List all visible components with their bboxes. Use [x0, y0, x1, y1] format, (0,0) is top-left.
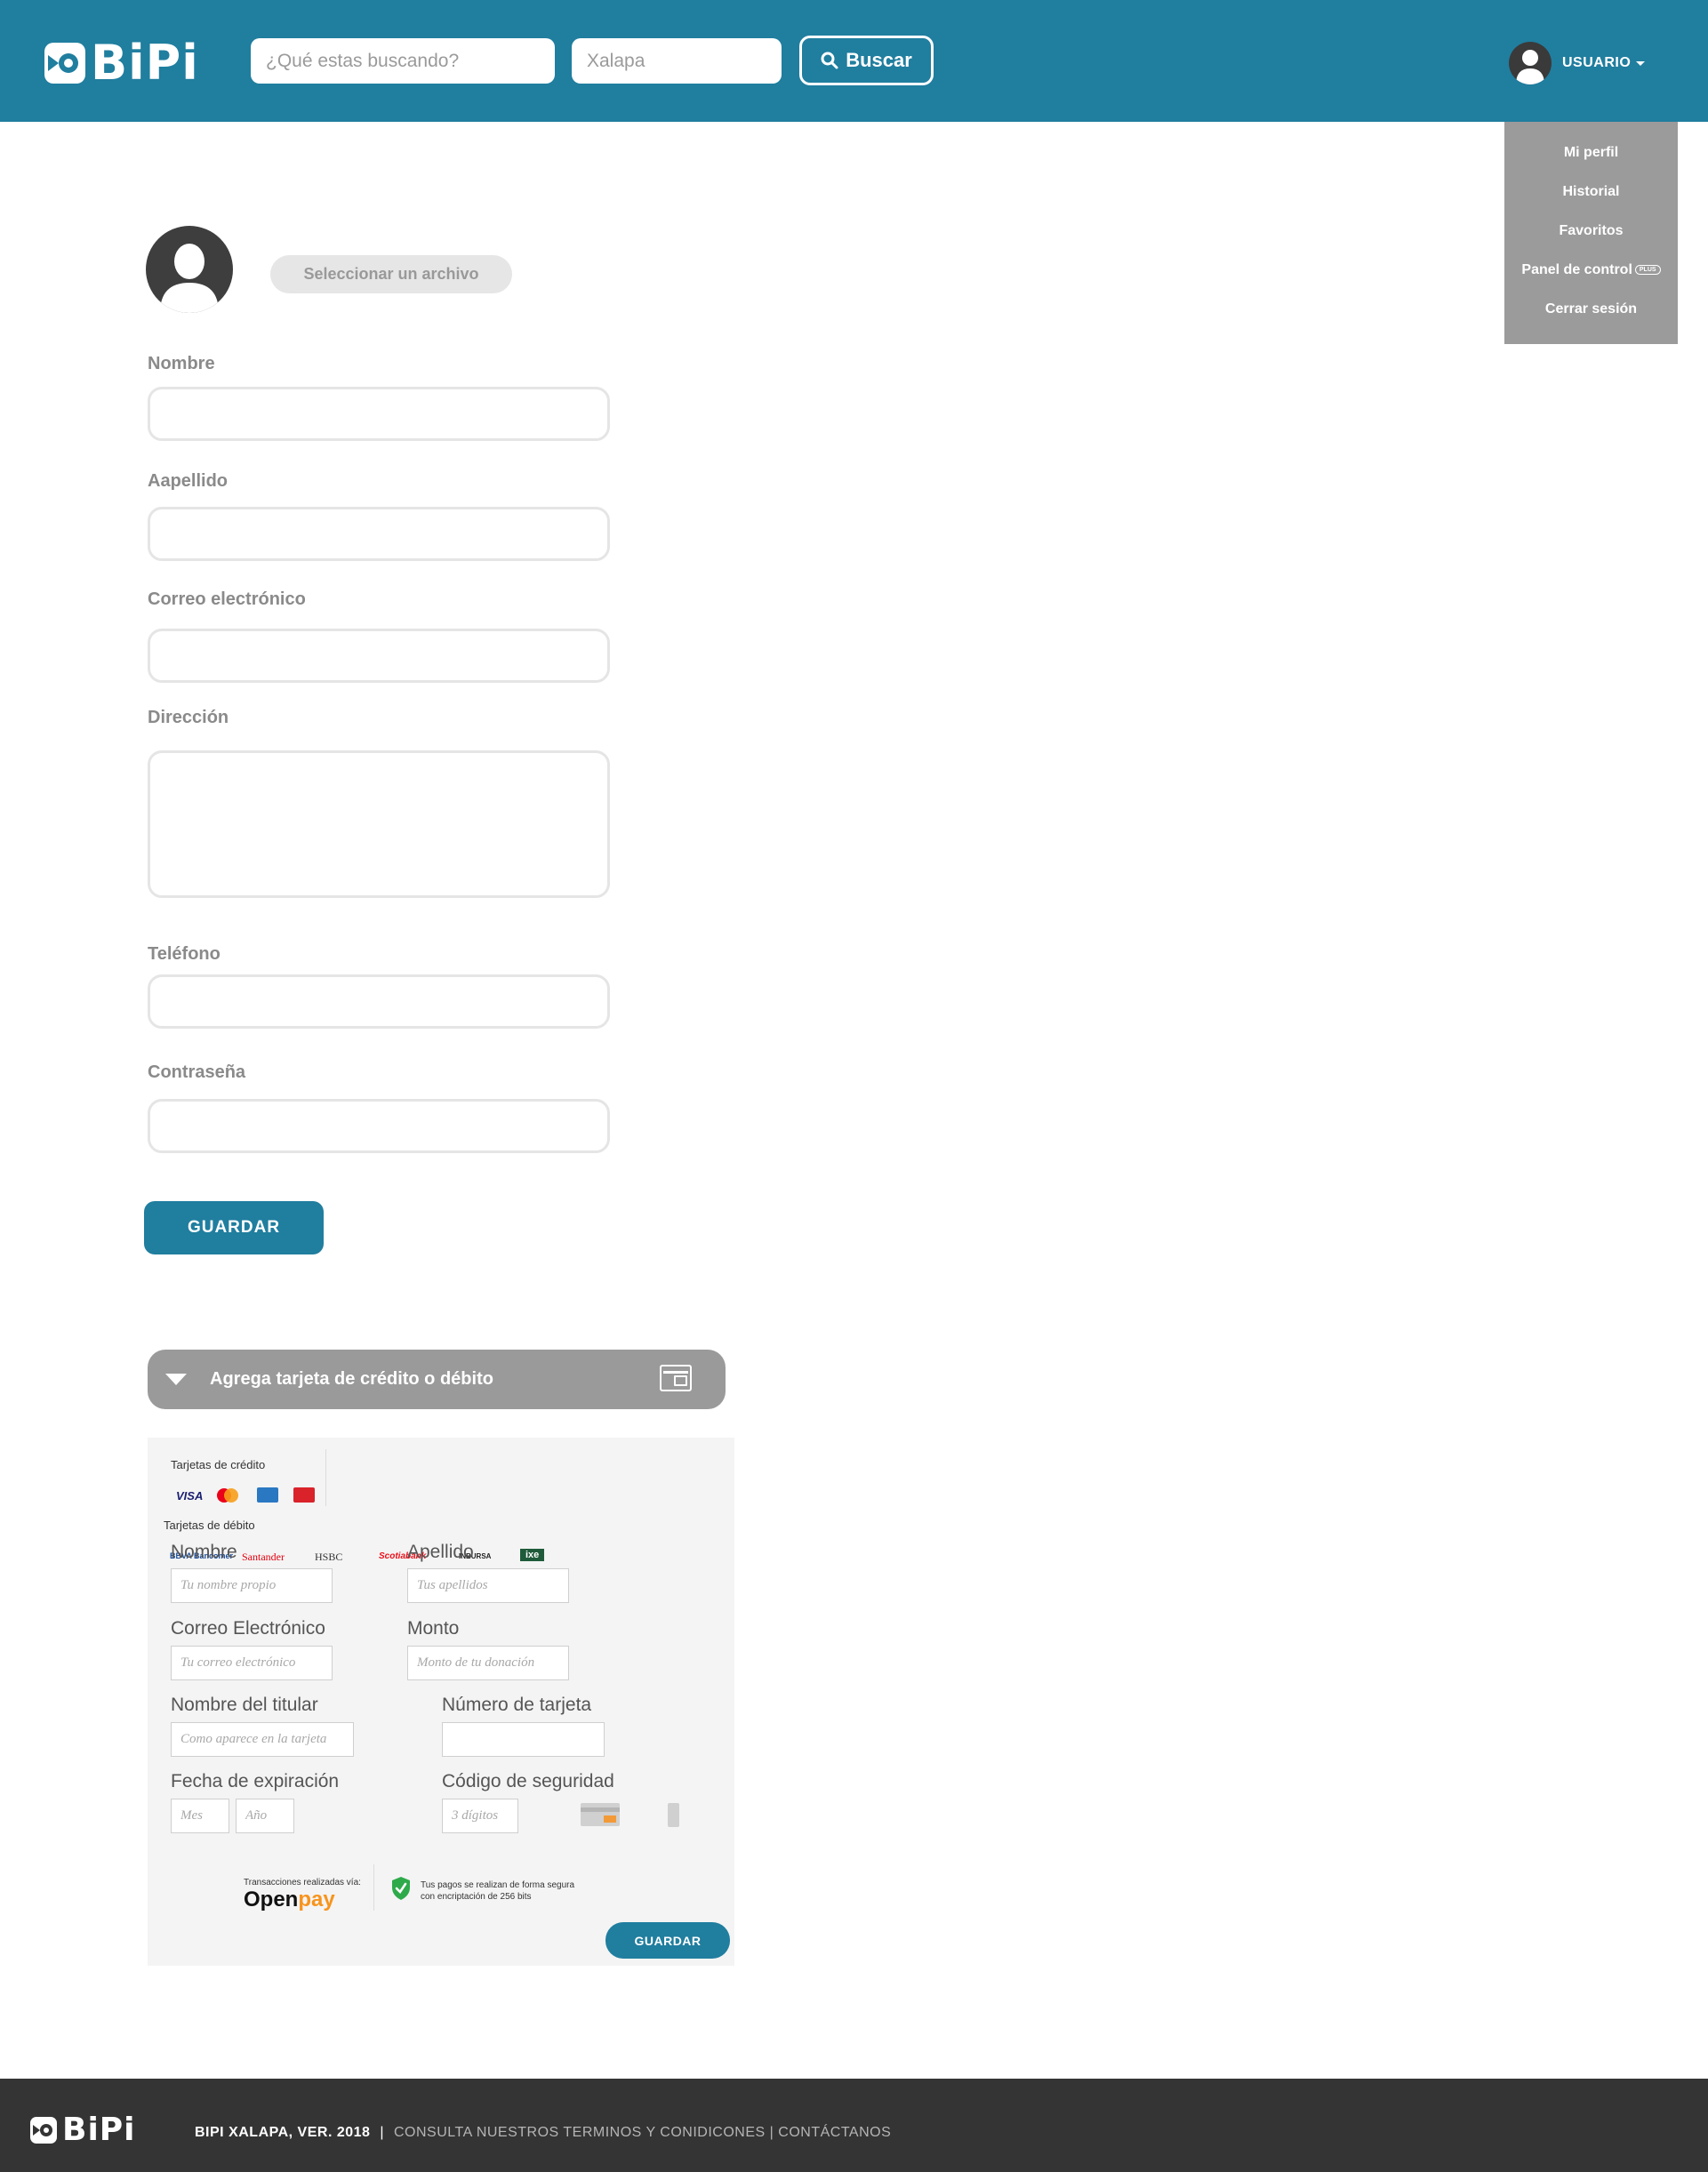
card-side-icon [668, 1803, 679, 1827]
bipi-logo-mark-icon [30, 2117, 57, 2144]
footer-logo[interactable]: BiPi [30, 2114, 136, 2146]
footer-separator: | [380, 2125, 385, 2140]
ixe-logo: ixe [520, 1549, 545, 1561]
footer-logo-text: BiPi [62, 2112, 136, 2148]
pay-apellido-label: Apellido [407, 1542, 474, 1562]
pay-nombre-input[interactable] [171, 1568, 333, 1603]
menu-item-panel-de-control[interactable]: Panel de control PLUS [1504, 262, 1678, 278]
mastercard-logo-icon [215, 1487, 238, 1503]
menu-item-cerrar-sesion[interactable]: Cerrar sesión [1504, 301, 1678, 317]
openpay-logo: Openpay [244, 1887, 335, 1912]
telefono-field[interactable] [148, 974, 610, 1029]
menu-item-mi-perfil[interactable]: Mi perfil [1504, 145, 1678, 161]
pay-nombre-label: Nombre [171, 1542, 237, 1562]
search-button[interactable]: Buscar [799, 36, 934, 85]
avatar [1509, 42, 1552, 84]
top-navbar: BiPi Buscar USUARIO [0, 0, 1708, 122]
expiracion-label: Fecha de expiración [171, 1771, 340, 1791]
menu-item-favoritos[interactable]: Favoritos [1504, 223, 1678, 239]
nombre-field[interactable] [148, 387, 610, 441]
secure-note-line1: Tus pagos se realizan de forma segura [421, 1880, 575, 1890]
logo-text: BiPi [91, 35, 199, 91]
codigo-input[interactable] [442, 1799, 518, 1833]
select-file-button[interactable]: Seleccionar un archivo [270, 255, 512, 293]
codigo-label: Código de seguridad [442, 1771, 614, 1791]
card-number-label: Número de tarjeta [442, 1695, 592, 1715]
terms-link[interactable]: CONSULTA NUESTROS TERMINOS Y CONIDICONES [394, 2125, 766, 2140]
search-icon [821, 52, 838, 69]
bipi-logo[interactable]: BiPi [44, 39, 199, 87]
titular-label: Nombre del titular [171, 1695, 318, 1715]
mes-input[interactable] [171, 1799, 229, 1833]
save-card-button[interactable]: GUARDAR [605, 1922, 730, 1959]
telefono-label: Teléfono [148, 944, 221, 964]
user-menu-toggle[interactable]: USUARIO [1509, 42, 1646, 84]
user-label: USUARIO [1562, 55, 1632, 70]
secure-note-line2: con encriptación de 256 bits [421, 1892, 532, 1902]
apellido-field[interactable] [148, 507, 610, 561]
card-number-input[interactable] [442, 1722, 605, 1757]
visa-logo: VISA [176, 1489, 204, 1503]
menu-item-historial[interactable]: Historial [1504, 184, 1678, 200]
chevron-down-icon [1636, 60, 1646, 66]
user-dropdown-menu: Mi perfil Historial Favoritos Panel de c… [1504, 122, 1678, 344]
pay-correo-input[interactable] [171, 1646, 333, 1680]
footer-version: BIPI XALAPA, VER. 2018 [195, 2125, 371, 2140]
openpay-logo-open: Open [244, 1887, 299, 1912]
credit-cards-heading: Tarjetas de crédito [171, 1458, 266, 1471]
carnet-logo-icon [293, 1487, 315, 1503]
shield-check-icon [392, 1877, 410, 1900]
footer-text: BIPI XALAPA, VER. 2018 | CONSULTA NUESTR… [195, 2125, 891, 2141]
titular-input[interactable] [171, 1722, 354, 1757]
credit-card-icon [660, 1365, 692, 1391]
city-input[interactable] [572, 38, 782, 84]
divider [325, 1449, 326, 1506]
hsbc-logo: HSBC [315, 1551, 343, 1563]
openpay-logo-pay: pay [298, 1887, 335, 1912]
apellido-label: Aapellido [148, 471, 229, 491]
contact-link[interactable]: CONTÁCTANOS [778, 2125, 891, 2140]
santander-logo: Santander [242, 1551, 285, 1563]
search-input[interactable] [251, 38, 555, 84]
user-silhouette-icon [160, 244, 219, 313]
profile-avatar [146, 226, 233, 313]
openpay-note: Transacciones realizadas vía: [244, 1878, 361, 1887]
pay-monto-label: Monto [407, 1618, 460, 1639]
user-silhouette-icon [1516, 50, 1544, 84]
menu-item-label: Panel de control [1521, 262, 1632, 277]
contrasena-label: Contraseña [148, 1062, 246, 1082]
add-card-accordion[interactable]: Agrega tarjeta de crédito o débito [148, 1350, 726, 1409]
plus-badge: PLUS [1634, 265, 1661, 276]
pay-monto-input[interactable] [407, 1646, 569, 1680]
email-field[interactable] [148, 629, 610, 683]
amex-logo-icon [257, 1487, 278, 1503]
triangle-down-icon [165, 1374, 187, 1385]
direccion-label: Dirección [148, 708, 229, 727]
search-button-label: Buscar [846, 49, 912, 71]
direccion-field[interactable] [148, 750, 610, 898]
email-label: Correo electrónico [148, 589, 306, 609]
contrasena-field[interactable] [148, 1099, 610, 1153]
divider [373, 1864, 374, 1911]
card-back-cvv-icon [581, 1803, 620, 1826]
footer-link-separator: | [769, 2125, 774, 2140]
add-card-title: Agrega tarjeta de crédito o débito [210, 1369, 493, 1389]
pay-apellido-input[interactable] [407, 1568, 569, 1603]
pay-correo-label: Correo Electrónico [171, 1618, 325, 1639]
bipi-logo-mark-icon [44, 43, 85, 84]
debit-cards-heading: Tarjetas de débito [164, 1519, 255, 1532]
anio-input[interactable] [236, 1799, 294, 1833]
nombre-label: Nombre [148, 354, 215, 373]
save-profile-button[interactable]: GUARDAR [144, 1201, 324, 1254]
